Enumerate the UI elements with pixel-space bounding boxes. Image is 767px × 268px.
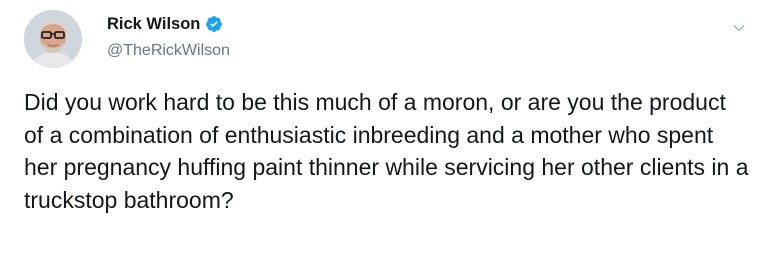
- avatar-image: [24, 10, 82, 68]
- tweet-card: Rick Wilson @TheRickWilson Did you work …: [0, 0, 767, 268]
- user-handle[interactable]: @TheRickWilson: [107, 41, 230, 61]
- verified-badge-icon: [205, 15, 223, 33]
- tweet-text: Did you work hard to be this much of a m…: [24, 89, 749, 213]
- display-name[interactable]: Rick Wilson: [107, 14, 200, 34]
- avatar[interactable]: [24, 10, 82, 68]
- name-row: Rick Wilson: [107, 14, 230, 34]
- chevron-down-icon[interactable]: [731, 20, 747, 36]
- tweet-header: Rick Wilson @TheRickWilson: [107, 14, 230, 61]
